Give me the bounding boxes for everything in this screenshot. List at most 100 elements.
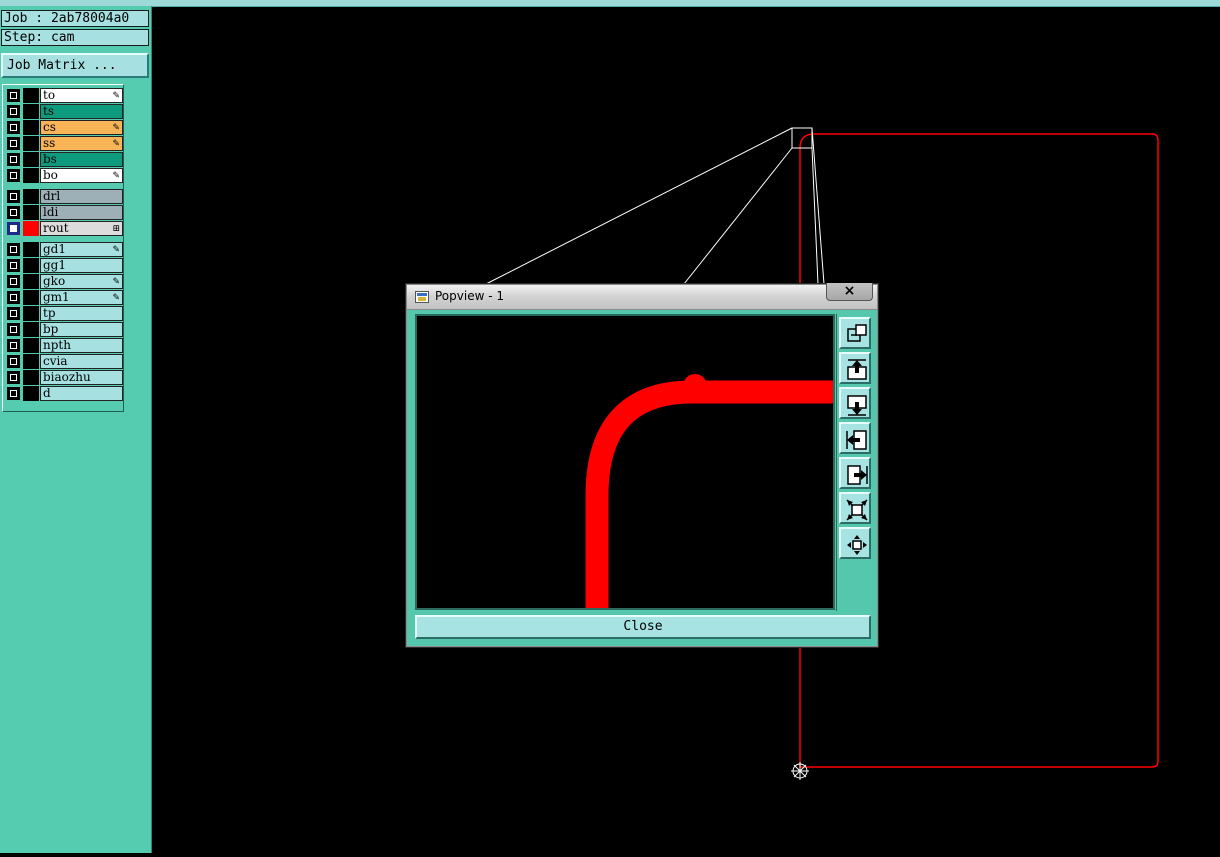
layer-color-swatch[interactable]: [23, 274, 39, 289]
layer-name[interactable]: ldi: [40, 205, 123, 220]
layer-name[interactable]: to ✎: [40, 88, 123, 103]
zoom-in-button[interactable]: [839, 527, 871, 559]
layer-checkbox[interactable]: [7, 169, 20, 182]
layer-name[interactable]: bs: [40, 152, 123, 167]
layer-color-swatch[interactable]: [23, 205, 39, 220]
close-button[interactable]: Close: [415, 615, 871, 639]
popview-toolbar: [836, 314, 873, 611]
layer-row-npth[interactable]: npth: [5, 338, 123, 353]
layer-name[interactable]: bo ✎: [40, 168, 123, 183]
zoom-out-icon: [846, 499, 868, 521]
layer-checkbox[interactable]: [7, 339, 20, 352]
layer-checkbox[interactable]: [7, 137, 20, 150]
layer-row-tp[interactable]: tp: [5, 306, 123, 321]
layer-row-gd1[interactable]: gd1 ✎: [5, 242, 123, 257]
layer-color-swatch[interactable]: [23, 242, 39, 257]
layer-row-gm1[interactable]: gm1 ✎: [5, 290, 123, 305]
layer-name[interactable]: rout ⊞: [40, 221, 123, 236]
checkbox-square-icon: [10, 225, 17, 232]
layer-name[interactable]: tp: [40, 306, 123, 321]
layer-checkbox[interactable]: [7, 387, 20, 400]
popview-fit-button[interactable]: [839, 317, 871, 349]
layer-row-ldi[interactable]: ldi: [5, 205, 123, 220]
layer-row-gko[interactable]: gko ✎: [5, 274, 123, 289]
layer-color-swatch[interactable]: [23, 120, 39, 135]
layer-edit-flag-icon: ✎: [112, 91, 120, 101]
layer-checkbox[interactable]: [7, 105, 20, 118]
layer-color-swatch[interactable]: [23, 338, 39, 353]
layer-checkbox[interactable]: [7, 222, 20, 235]
layer-color-swatch[interactable]: [23, 322, 39, 337]
popview-connector-line: [683, 147, 793, 285]
layer-name[interactable]: gm1 ✎: [40, 290, 123, 305]
layer-color-swatch[interactable]: [23, 104, 39, 119]
layer-color-swatch[interactable]: [23, 168, 39, 183]
layer-checkbox[interactable]: [7, 190, 20, 203]
layer-color-swatch[interactable]: [23, 189, 39, 204]
layer-color-swatch[interactable]: [23, 354, 39, 369]
layer-color-swatch[interactable]: [23, 370, 39, 385]
layer-row-rout[interactable]: rout ⊞: [5, 221, 123, 236]
pan-down-button[interactable]: [839, 387, 871, 419]
layer-row-cs[interactable]: cs ✎: [5, 120, 123, 135]
layer-checkbox[interactable]: [7, 371, 20, 384]
layer-name[interactable]: npth: [40, 338, 123, 353]
layer-checkbox[interactable]: [7, 275, 20, 288]
layer-checkbox[interactable]: [7, 121, 20, 134]
job-matrix-button[interactable]: Job Matrix ...: [1, 53, 149, 78]
layer-checkbox[interactable]: [7, 355, 20, 368]
layer-checkbox[interactable]: [7, 259, 20, 272]
layer-name[interactable]: bp: [40, 322, 123, 337]
layer-name[interactable]: ts: [40, 104, 123, 119]
layer-row-bs[interactable]: bs: [5, 152, 123, 167]
layer-color-swatch[interactable]: [23, 136, 39, 151]
layer-row-gg1[interactable]: gg1: [5, 258, 123, 273]
layer-checkbox[interactable]: [7, 291, 20, 304]
pan-up-button[interactable]: [839, 352, 871, 384]
layer-name[interactable]: gd1 ✎: [40, 242, 123, 257]
layer-checkbox[interactable]: [7, 153, 20, 166]
popview-region-box: [791, 127, 813, 149]
layer-name[interactable]: cs ✎: [40, 120, 123, 135]
layer-row-biaozhu[interactable]: biaozhu: [5, 370, 123, 385]
layer-row-bp[interactable]: bp: [5, 322, 123, 337]
layer-row-bo[interactable]: bo ✎: [5, 168, 123, 183]
pan-right-button[interactable]: [839, 457, 871, 489]
layer-row-ss[interactable]: ss ✎: [5, 136, 123, 151]
layer-row-to[interactable]: to ✎: [5, 88, 123, 103]
layer-name[interactable]: gko ✎: [40, 274, 123, 289]
checkbox-square-icon: [10, 156, 17, 163]
layer-color-swatch[interactable]: [23, 152, 39, 167]
layer-checkbox[interactable]: [7, 307, 20, 320]
layer-row-d[interactable]: d: [5, 386, 123, 401]
pan-left-button[interactable]: [839, 422, 871, 454]
layer-color-swatch[interactable]: [23, 221, 39, 236]
layer-color-swatch[interactable]: [23, 306, 39, 321]
layer-sidebar: Job : 2ab78004a0 Step: cam Job Matrix ..…: [0, 6, 152, 853]
popview-window: Popview - 1 × Close: [406, 283, 878, 647]
layer-checkbox[interactable]: [7, 206, 20, 219]
popview-titlebar[interactable]: Popview - 1 ×: [407, 283, 877, 310]
layer-color-swatch[interactable]: [23, 88, 39, 103]
layer-checkbox[interactable]: [7, 323, 20, 336]
layer-name[interactable]: ss ✎: [40, 136, 123, 151]
layer-row-cvia[interactable]: cvia: [5, 354, 123, 369]
layer-name[interactable]: cvia: [40, 354, 123, 369]
layer-name[interactable]: gg1: [40, 258, 123, 273]
layer-row-drl[interactable]: drl: [5, 189, 123, 204]
checkbox-square-icon: [10, 374, 17, 381]
popview-zoom-view[interactable]: [415, 314, 835, 610]
layer-checkbox[interactable]: [7, 89, 20, 102]
popview-title: Popview - 1: [435, 289, 504, 303]
layer-checkbox[interactable]: [7, 243, 20, 256]
layer-row-ts[interactable]: ts: [5, 104, 123, 119]
layer-color-swatch[interactable]: [23, 386, 39, 401]
origin-crosshair-icon: [791, 762, 809, 780]
layer-color-swatch[interactable]: [23, 258, 39, 273]
layer-color-swatch[interactable]: [23, 290, 39, 305]
layer-name[interactable]: biaozhu: [40, 370, 123, 385]
layer-name[interactable]: d: [40, 386, 123, 401]
window-close-icon[interactable]: ×: [826, 283, 873, 301]
zoom-out-button[interactable]: [839, 492, 871, 524]
layer-name[interactable]: drl: [40, 189, 123, 204]
